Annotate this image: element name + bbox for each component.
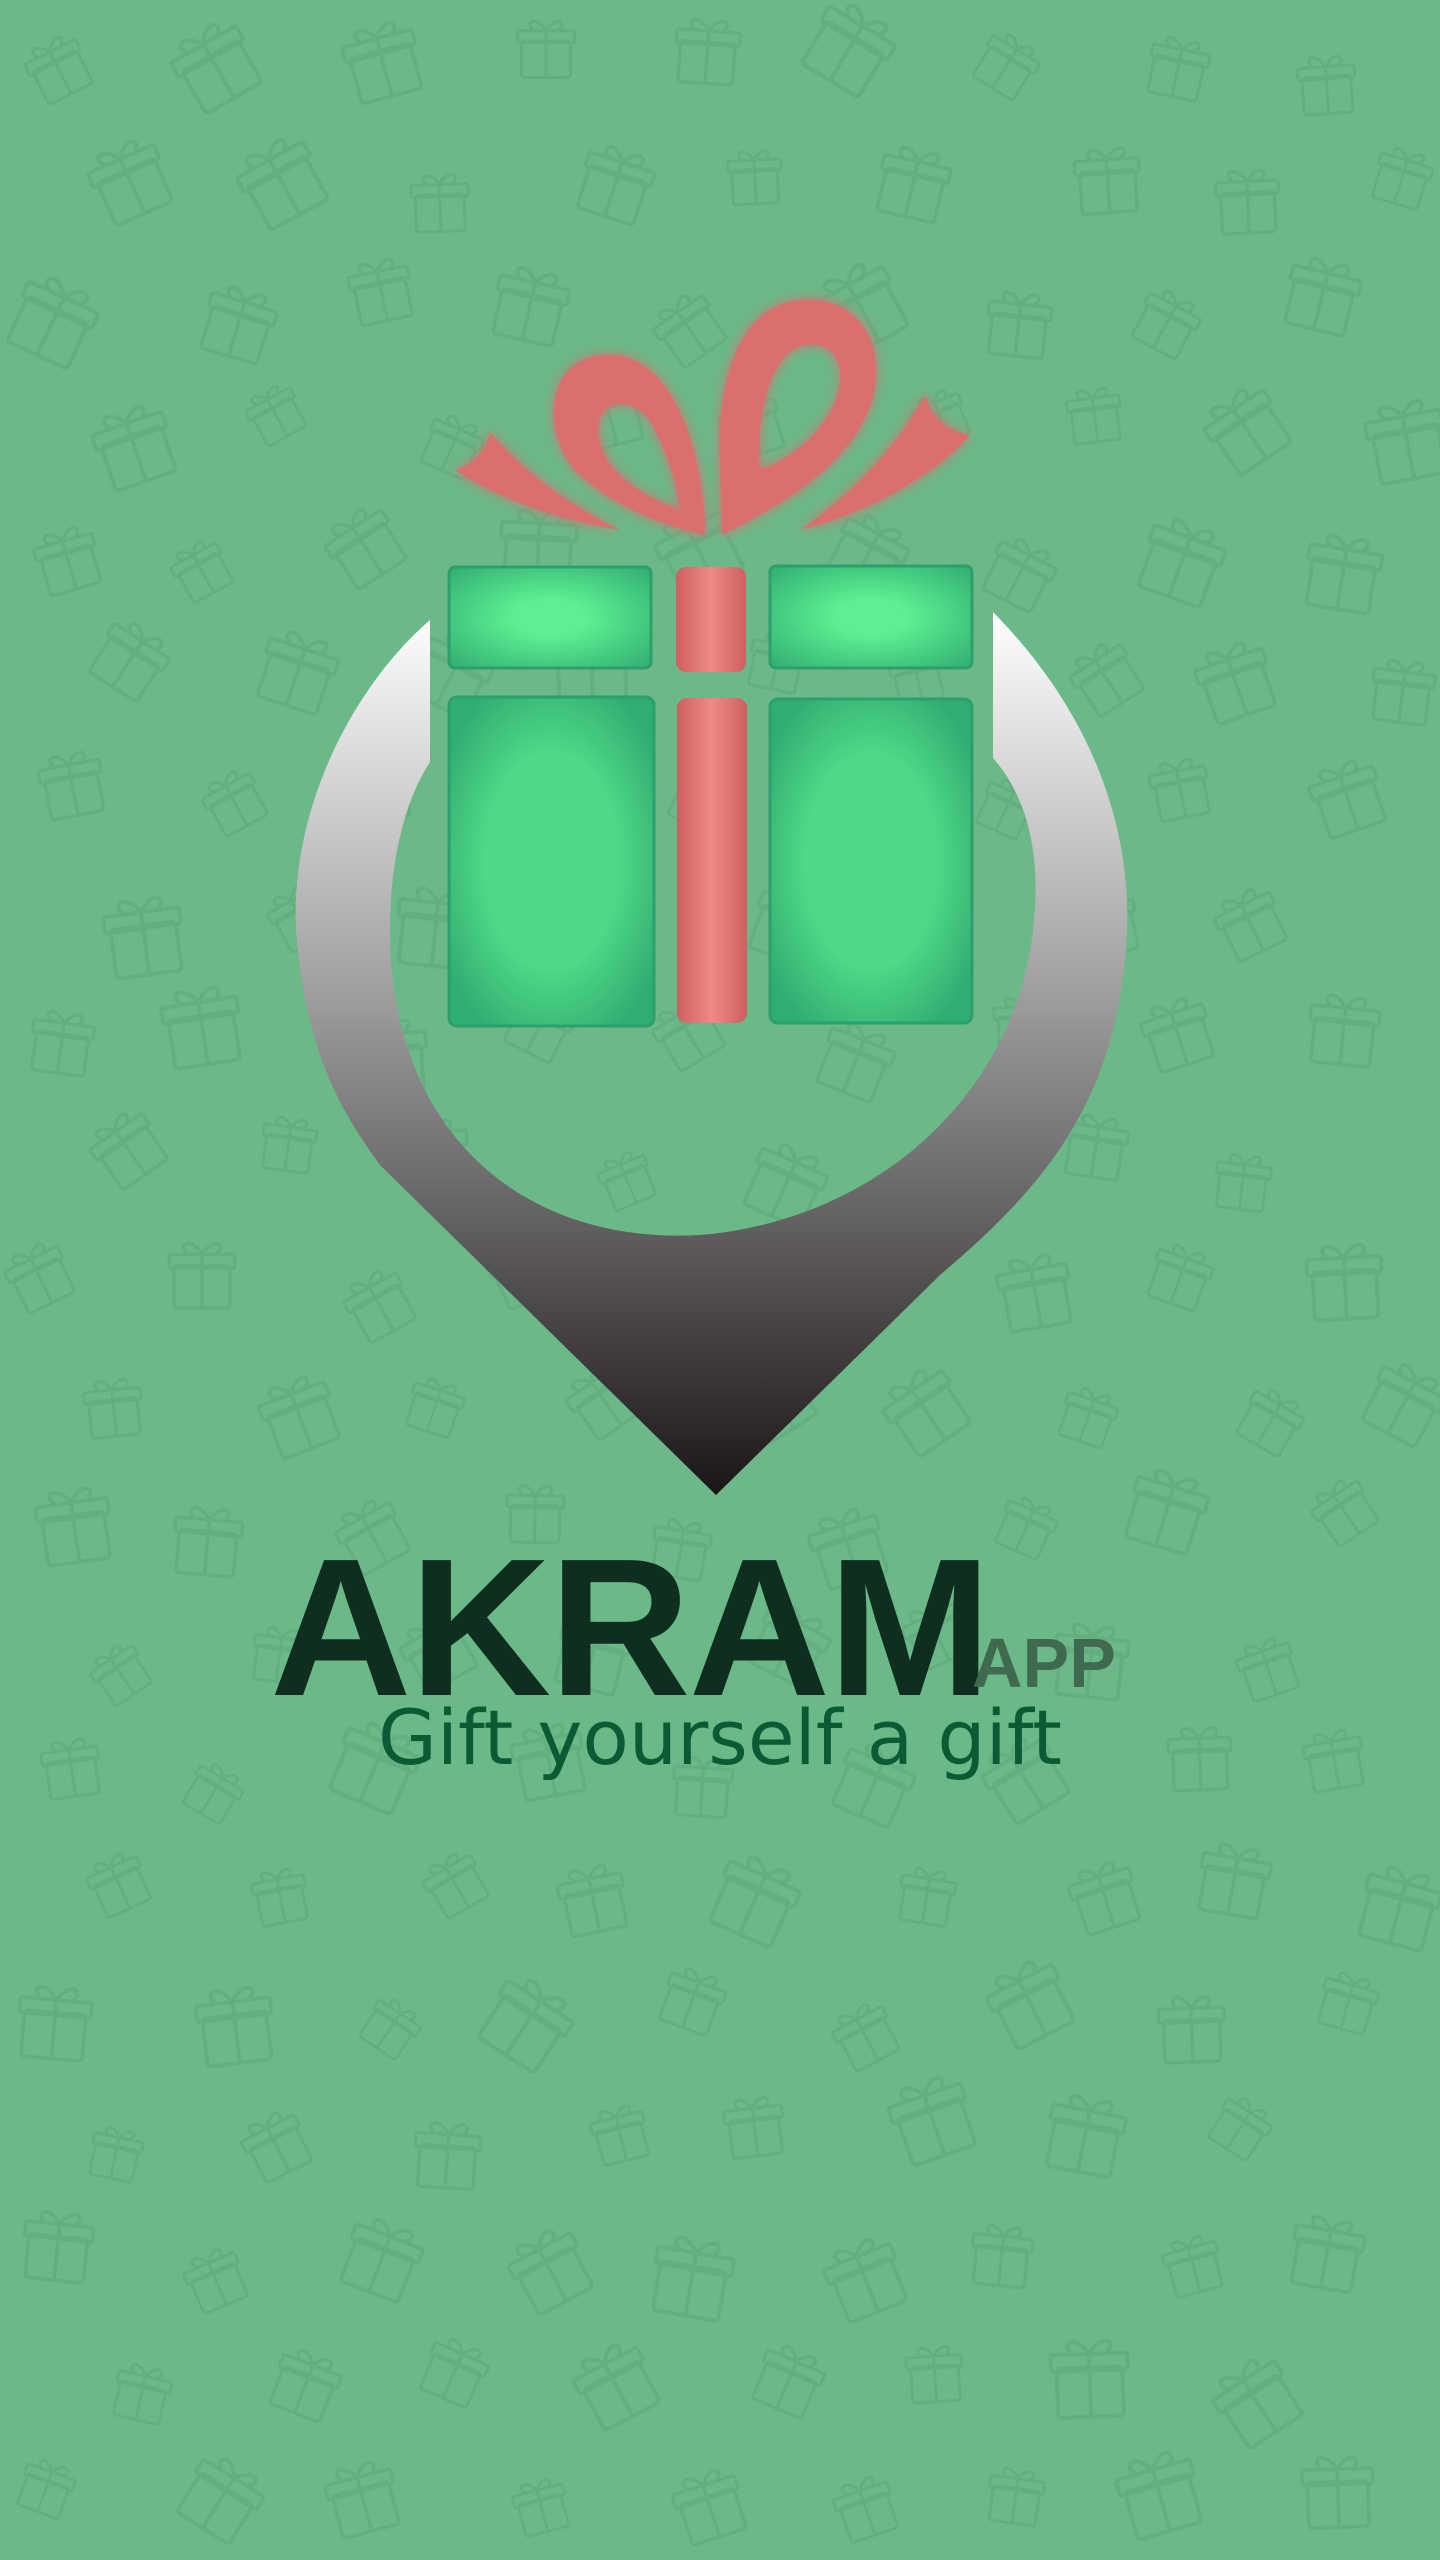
- pattern-gift-icon: [704, 1849, 806, 1950]
- ribbon-top: [676, 567, 746, 672]
- pattern-gift-icon: [84, 2122, 147, 2185]
- pattern-gift-icon: [13, 1983, 96, 2064]
- pattern-gift-icon: [884, 2071, 981, 2168]
- pattern-gift-icon: [80, 1846, 157, 1922]
- pattern-gift-icon: [1203, 2089, 1279, 2165]
- pattern-gift-icon: [666, 2463, 753, 2549]
- pattern-gift-icon: [170, 2447, 273, 2549]
- pattern-gift-icon: [1112, 2447, 1207, 2542]
- pattern-gift-icon: [828, 2471, 904, 2546]
- pattern-gift-icon: [263, 2342, 348, 2426]
- pattern-gift-icon: [1192, 1839, 1276, 1922]
- pattern-gift-icon: [354, 1991, 427, 2064]
- pattern-gift-icon: [1050, 2340, 1129, 2418]
- pattern-gift-icon: [586, 2100, 655, 2169]
- gift-location-pin-icon: [295, 299, 1128, 1495]
- pattern-gift-icon: [1353, 1862, 1440, 1953]
- pattern-gift-icon: [1156, 1994, 1228, 2065]
- ribbon-bow: [455, 299, 970, 535]
- tagline: Gift yourself a gift: [378, 1693, 1062, 1782]
- pattern-gift-icon: [333, 2210, 430, 2307]
- pattern-gift-icon: [500, 2220, 600, 2320]
- pattern-gift-icon: [1284, 2211, 1370, 2296]
- pattern-gift-icon: [1062, 1855, 1147, 1939]
- ribbon-bottom: [677, 698, 747, 1023]
- pattern-gift-icon: [894, 1864, 960, 1929]
- pattern-gift-icon: [825, 1996, 905, 2076]
- pattern-gift-icon: [978, 1951, 1082, 2054]
- pattern-gift-icon: [1041, 2092, 1129, 2179]
- pattern-gift-icon: [816, 2230, 914, 2327]
- pattern-gift-icon: [12, 2454, 81, 2522]
- pattern-gift-icon: [1203, 2348, 1310, 2454]
- pattern-gift-icon: [966, 2222, 1036, 2291]
- brand-wordmark: AKRAM APP: [270, 1530, 1170, 1726]
- pattern-gift-icon: [565, 2334, 667, 2436]
- pattern-gift-icon: [552, 1860, 634, 1940]
- pattern-gift-icon: [508, 2474, 574, 2540]
- pattern-gift-icon: [83, 1636, 157, 1710]
- pattern-gift-icon: [1299, 2454, 1377, 2531]
- pattern-gift-icon: [194, 1985, 278, 2068]
- gift-lid-right: [768, 564, 974, 670]
- pattern-gift-icon: [18, 2207, 97, 2286]
- pattern-gift-icon: [177, 2242, 254, 2318]
- pattern-gift-icon: [473, 1969, 580, 2076]
- pattern-gift-icon: [1231, 1632, 1305, 1705]
- pattern-gift-icon: [107, 2359, 176, 2428]
- brand-suffix: APP: [972, 1624, 1116, 1702]
- pattern-gift-icon: [414, 2331, 495, 2412]
- pattern-gift-icon: [1312, 1967, 1384, 2038]
- pattern-gift-icon: [983, 2464, 1048, 2529]
- gift-body-right: [768, 697, 974, 1025]
- pattern-gift-icon: [746, 2338, 831, 2423]
- gift-lid-left: [447, 565, 653, 670]
- pattern-gift-icon: [647, 2234, 736, 2322]
- pattern-gift-icon: [1158, 2230, 1229, 2301]
- pattern-gift-icon: [410, 2119, 484, 2192]
- pattern-gift-icon: [903, 2343, 966, 2406]
- pattern-gift-icon: [234, 2104, 318, 2187]
- pattern-gift-icon: [247, 1864, 313, 1929]
- pattern-gift-icon: [653, 1961, 732, 2039]
- pattern-gift-icon: [416, 1845, 494, 1923]
- pattern-gift-icon: [319, 2455, 407, 2542]
- gift-body-left: [447, 695, 656, 1028]
- pattern-gift-icon: [720, 2093, 789, 2161]
